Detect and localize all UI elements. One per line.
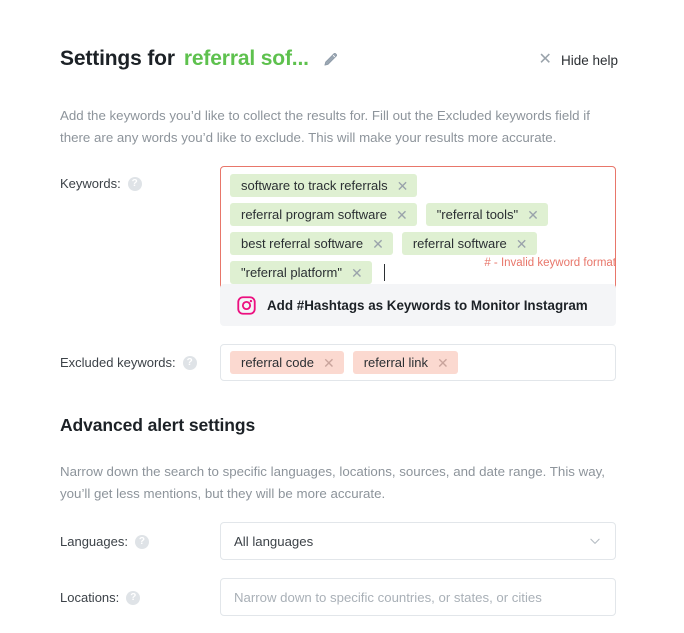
keyword-tag[interactable]: software to track referrals ✕ (230, 174, 418, 197)
excluded-keyword-tag[interactable]: referral link ✕ (352, 351, 458, 374)
question-mark-icon[interactable]: ? (127, 176, 142, 191)
instagram-icon (237, 295, 256, 315)
languages-label: Languages: (60, 534, 128, 549)
settings-page: Settings for referral sof... ✕ Hide help… (0, 0, 684, 633)
question-mark-icon[interactable]: ? (182, 355, 197, 370)
excluded-keyword-tag-label: referral code (241, 355, 314, 370)
excluded-keyword-tag[interactable]: referral code ✕ (230, 351, 344, 374)
close-icon[interactable]: ✕ (396, 208, 408, 222)
keyword-tag-label: referral program software (241, 207, 387, 222)
languages-selected-value: All languages (234, 533, 314, 549)
close-icon: ✕ (538, 51, 552, 68)
keywords-error-message: # - Invalid keyword format (484, 257, 616, 269)
locations-label: Locations: (60, 590, 120, 605)
instagram-banner-label: Add #Hashtags as Keywords to Monitor Ins… (267, 297, 588, 313)
excluded-keywords-label-group: Excluded keywords: ? (60, 355, 197, 370)
keyword-tag[interactable]: referral software ✕ (401, 232, 537, 255)
page-title: Settings for referral sof... (60, 46, 618, 72)
keyword-tag[interactable]: referral program software ✕ (230, 203, 417, 226)
instagram-hashtag-banner[interactable]: Add #Hashtags as Keywords to Monitor Ins… (220, 284, 616, 326)
close-icon[interactable]: ✕ (437, 356, 449, 370)
locations-input[interactable]: Narrow down to specific countries, or st… (220, 578, 616, 616)
chevron-down-icon[interactable] (588, 534, 602, 548)
keywords-label-group: Keywords: ? (60, 176, 142, 191)
question-mark-icon[interactable]: ? (134, 534, 149, 549)
locations-label-group: Locations: ? (60, 590, 141, 605)
hide-help-button[interactable]: ✕ Hide help (539, 52, 618, 68)
intro-paragraph: Add the keywords you’d like to collect t… (60, 108, 590, 145)
languages-select[interactable]: All languages (220, 522, 616, 560)
advanced-section-title: Advanced alert settings (60, 415, 256, 435)
languages-label-group: Languages: ? (60, 534, 149, 549)
page-title-alert-name: referral sof... (183, 47, 309, 70)
excluded-keyword-tag-label: referral link (363, 355, 429, 370)
advanced-intro-paragraph: Narrow down the search to specific langu… (60, 464, 605, 501)
excluded-keywords-label: Excluded keywords: (60, 355, 176, 370)
question-mark-icon[interactable]: ? (126, 590, 141, 605)
keyword-tag-label: "referral tools" (436, 207, 519, 222)
keyword-tag[interactable]: best referral software ✕ (230, 232, 393, 255)
excluded-keywords-input-box[interactable]: referral code ✕ referral link ✕ (220, 344, 616, 381)
keywords-input-box[interactable]: software to track referrals ✕ referral p… (220, 166, 616, 293)
close-icon[interactable]: ✕ (323, 356, 335, 370)
page-header: Settings for referral sof... ✕ Hide help (60, 46, 618, 84)
keywords-label: Keywords: (60, 176, 121, 191)
keyword-tag-label: best referral software (241, 236, 364, 251)
keyword-tag-label: software to track referrals (241, 178, 388, 193)
close-icon[interactable]: ✕ (397, 179, 409, 193)
close-icon[interactable]: ✕ (516, 237, 528, 251)
page-title-static: Settings for (60, 47, 175, 70)
close-icon[interactable]: ✕ (372, 237, 384, 251)
pencil-icon[interactable] (320, 48, 342, 70)
locations-placeholder: Narrow down to specific countries, or st… (234, 589, 542, 605)
keyword-tag[interactable]: "referral tools" ✕ (425, 203, 548, 226)
close-icon[interactable]: ✕ (527, 208, 539, 222)
keyword-tag-label: referral software (412, 236, 507, 251)
hide-help-label: Hide help (560, 52, 618, 68)
